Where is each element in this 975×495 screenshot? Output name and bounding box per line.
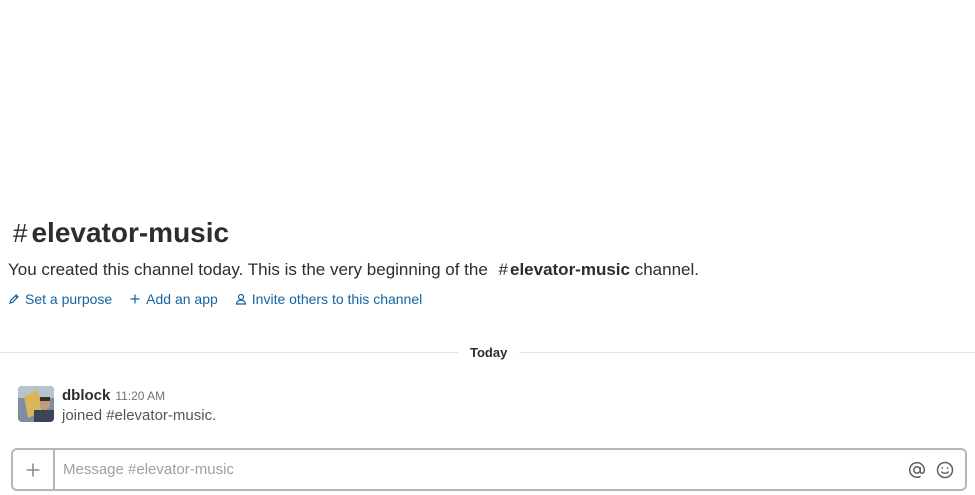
message-item: dblock 11:20 AM joined #elevator-music.	[18, 386, 216, 424]
plus-icon	[130, 294, 140, 304]
mention-button[interactable]	[903, 456, 931, 484]
add-app-button[interactable]: Add an app	[129, 291, 218, 307]
message-body: dblock 11:20 AM joined #elevator-music.	[62, 387, 216, 424]
avatar[interactable]	[18, 386, 54, 422]
channel-view: # elevator-music You created this channe…	[0, 0, 975, 495]
set-purpose-label: Set a purpose	[25, 291, 113, 307]
message-input[interactable]	[55, 450, 903, 489]
channel-title: # elevator-music	[8, 216, 968, 250]
channel-intro: # elevator-music You created this channe…	[8, 216, 968, 308]
at-sign-icon	[908, 461, 926, 478]
day-divider-label: Today	[458, 344, 520, 362]
emoji-icon	[936, 461, 954, 478]
set-purpose-button[interactable]: Set a purpose	[8, 291, 112, 307]
channel-hash: #	[13, 218, 28, 248]
avatar-image	[18, 386, 54, 422]
add-app-label: Add an app	[146, 291, 218, 307]
person-icon	[235, 293, 246, 305]
channel-name: elevator-music	[31, 217, 230, 248]
emoji-button[interactable]	[931, 456, 959, 484]
message-header: dblock 11:20 AM	[62, 387, 216, 404]
intro-actions: Set a purpose Add an app Invite others t…	[8, 290, 968, 308]
pencil-icon	[9, 294, 19, 304]
message-text: joined #elevator-music.	[62, 407, 217, 424]
message-timestamp[interactable]: 11:20 AM	[115, 389, 165, 403]
message-composer	[11, 448, 967, 491]
sender-name[interactable]: dblock	[62, 387, 110, 404]
intro-text-before: You created this channel today. This is …	[8, 260, 488, 279]
intro-text-after: channel.	[634, 260, 699, 279]
channel-intro-text: You created this channel today. This is …	[8, 259, 968, 281]
attach-button[interactable]	[13, 450, 55, 489]
intro-channel-name: elevator-music	[509, 260, 630, 279]
invite-others-label: Invite others to this channel	[251, 291, 423, 307]
plus-icon	[26, 463, 40, 476]
invite-others-button[interactable]: Invite others to this channel	[235, 291, 422, 307]
intro-channel-hash: #	[498, 260, 508, 279]
intro-channel-link[interactable]: # elevator-music	[493, 260, 630, 279]
